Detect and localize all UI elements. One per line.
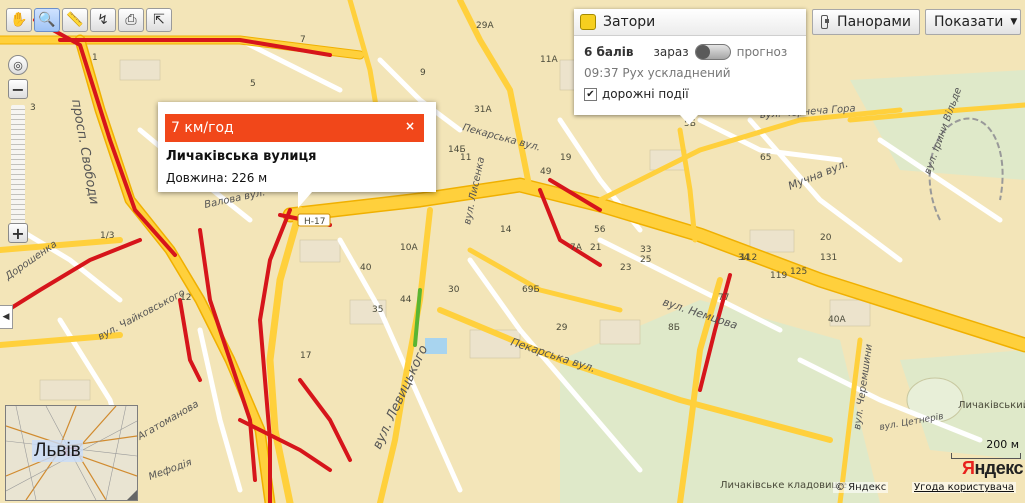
house-number: 29	[556, 323, 568, 333]
panoramas-label: Панорами	[837, 14, 911, 30]
cemetery-label: Личаківське кладовище	[720, 479, 847, 491]
house-number: 25	[640, 255, 651, 265]
speed-banner: 7 км/год ×	[165, 114, 424, 142]
magnifier-icon: 🔍	[38, 12, 56, 28]
house-number: 65	[760, 153, 771, 163]
traffic-title: Затори	[603, 14, 656, 30]
house-number: 44	[400, 295, 412, 305]
zoom-in-button[interactable]: +	[8, 223, 28, 243]
house-number: 5	[250, 79, 256, 89]
print-tool-button[interactable]: ⎙	[118, 8, 144, 32]
house-number: 3	[30, 103, 36, 113]
panoramas-button[interactable]: Панорами	[812, 9, 920, 35]
zoom-out-button[interactable]: −	[8, 79, 28, 99]
route-tool-button[interactable]: ↯	[90, 8, 116, 32]
cursor-icon: ⇱	[153, 12, 165, 28]
house-number: 21	[590, 243, 601, 253]
park-label: Личаківський сад	[958, 399, 1025, 411]
traffic-panel-pointer	[680, 115, 698, 125]
traffic-mode-row: 6 балів зараз прогноз	[584, 44, 787, 60]
house-number: 20	[820, 233, 832, 243]
panorama-icon	[821, 15, 830, 29]
mode-now-label: зараз	[653, 45, 689, 59]
drag-tool-button[interactable]: ✋	[6, 8, 32, 32]
house-number: 17	[300, 351, 311, 361]
minus-icon: −	[11, 79, 25, 99]
show-dropdown[interactable]: Показати ▼	[925, 9, 1021, 35]
traffic-score: 6 балів	[584, 45, 634, 59]
house-number: 7А	[570, 243, 583, 253]
traffic-header[interactable]: Затори	[574, 9, 806, 36]
hand-icon: ✋	[10, 12, 28, 28]
house-number: 9	[420, 68, 426, 78]
route-badge: Н-17	[304, 217, 325, 227]
scale-label: 200 м	[986, 438, 1019, 451]
close-icon[interactable]: ×	[405, 119, 415, 133]
zoom-slider[interactable]	[11, 105, 25, 225]
ruler-tool-button[interactable]: 📏	[62, 8, 88, 32]
locate-button[interactable]: ◎	[8, 55, 28, 75]
house-number: 10А	[400, 243, 418, 253]
house-number: 11А	[540, 55, 558, 65]
locate-icon: ◎	[13, 58, 23, 72]
house-number: 112	[740, 253, 757, 263]
house-number: 30	[448, 285, 460, 295]
house-number: 40А	[828, 315, 846, 325]
speed-value: 7 км/год	[171, 120, 234, 136]
house-number: 33	[640, 245, 651, 255]
scale-bar: 200 м	[951, 438, 1021, 460]
house-number: 31А	[474, 105, 492, 115]
traffic-status: 09:37 Рух ускладнений	[584, 66, 731, 80]
plus-icon: +	[11, 223, 25, 243]
house-number: 49	[540, 167, 552, 177]
house-number: 1	[92, 53, 98, 63]
zoom-area-tool-button[interactable]: 🔍	[34, 8, 60, 32]
route-icon: ↯	[97, 12, 109, 28]
house-number: 12	[180, 293, 191, 303]
house-number: 7	[300, 35, 306, 45]
road-name: Личаківська вулиця	[166, 149, 317, 164]
zoom-control: ◎ − +	[8, 55, 30, 245]
house-number: 77	[718, 293, 729, 303]
road-events-option[interactable]: ✔ дорожні події	[584, 87, 689, 101]
house-number: 35	[372, 305, 383, 315]
house-number: 131	[820, 253, 837, 263]
user-agreement-link[interactable]: Угода користувача	[912, 482, 1016, 493]
select-tool-button[interactable]: ⇱	[146, 8, 172, 32]
minimap-city-label: Львів	[32, 440, 83, 462]
collapse-panel-button[interactable]: ◀	[0, 305, 13, 329]
traffic-light-icon	[580, 14, 596, 30]
house-number: 19	[560, 153, 572, 163]
house-number: 8Б	[668, 323, 680, 333]
traffic-panel: Затори 6 балів зараз прогноз 09:37 Рух у…	[574, 9, 806, 125]
house-number: 1/3	[100, 231, 114, 241]
road-info-popup: 7 км/год × Личаківська вулиця Довжина: 2…	[158, 102, 436, 208]
yandex-logo[interactable]: Яндекс	[962, 458, 1024, 479]
road-events-checkbox[interactable]: ✔	[584, 87, 597, 101]
house-number: 14	[500, 225, 512, 235]
copyright-text: © Яндекс	[833, 482, 889, 493]
house-number: 125	[790, 267, 807, 277]
road-length: Довжина: 226 м	[166, 171, 268, 185]
ruler-icon: 📏	[66, 12, 84, 28]
arrow-left-icon: ◀	[2, 312, 10, 322]
house-number: 69Б	[522, 285, 540, 295]
now-forecast-toggle[interactable]	[694, 44, 731, 60]
house-number: 40	[360, 263, 372, 273]
house-number: 23	[620, 263, 631, 273]
minimap-resize-handle[interactable]	[127, 490, 137, 500]
map-canvas[interactable]: Н-17 Валова вул. Пекарська вул. вул. Чер…	[0, 0, 1025, 503]
house-number: 56	[594, 225, 606, 235]
road-info-pointer	[298, 192, 312, 208]
overview-minimap[interactable]: Львів	[5, 405, 138, 501]
house-number: 119	[770, 271, 787, 281]
printer-icon: ⎙	[125, 12, 137, 28]
map-toolbar: ✋ 🔍 📏 ↯ ⎙ ⇱	[6, 8, 172, 32]
house-number: 29А	[476, 21, 494, 31]
show-label: Показати	[934, 14, 1004, 30]
mode-forecast-label: прогноз	[736, 45, 788, 59]
chevron-down-icon: ▼	[1010, 17, 1018, 27]
road-events-label: дорожні події	[602, 87, 689, 101]
house-number: 14Б	[448, 145, 466, 155]
